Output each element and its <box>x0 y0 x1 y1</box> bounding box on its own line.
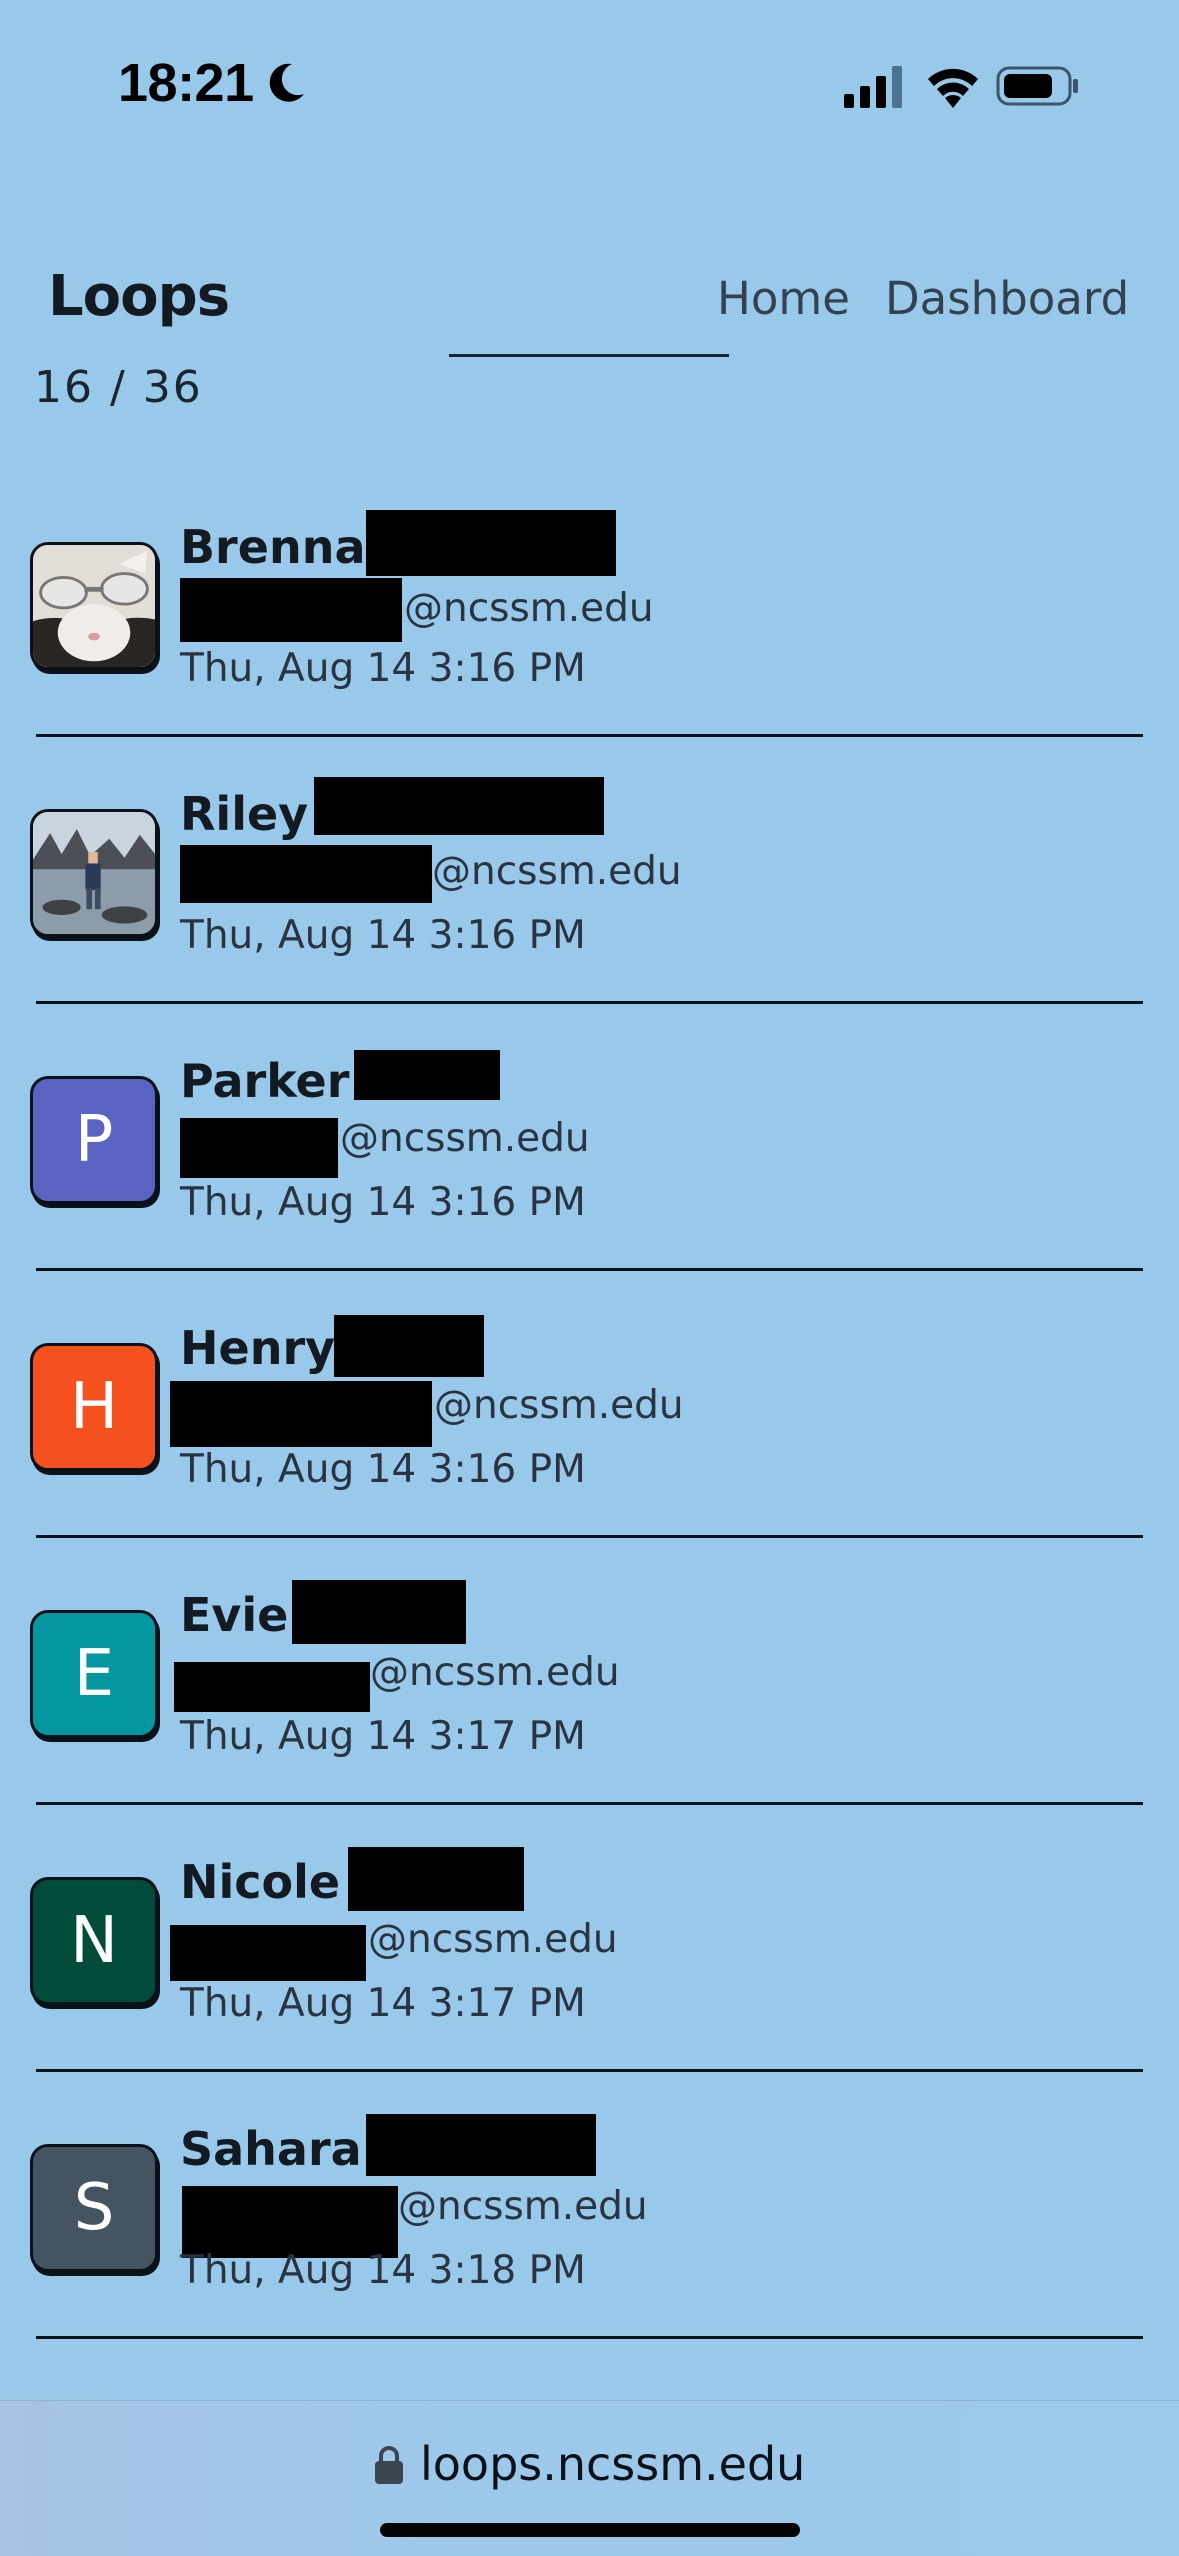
avatar: H <box>30 1343 158 1471</box>
person-timestamp: Thu, Aug 14 3:16 PM <box>180 913 586 958</box>
redaction-bar <box>180 1118 338 1178</box>
person-email-domain: @ncssm.edu <box>340 1116 590 1161</box>
person-email-domain: @ncssm.edu <box>404 586 654 631</box>
browser-url-bar[interactable]: loops.ncssm.edu <box>0 2400 1179 2556</box>
tidepool-photo-icon <box>33 812 155 934</box>
home-indicator[interactable] <box>380 2523 800 2537</box>
divider <box>36 2336 1143 2339</box>
redaction-bar <box>348 1847 524 1911</box>
nav-home-link[interactable]: Home <box>717 272 850 325</box>
person-timestamp: Thu, Aug 14 3:17 PM <box>180 1981 586 2026</box>
avatar-initial: N <box>70 1904 118 1978</box>
list-item[interactable]: H Henry @ncssm.edu Thu, Aug 14 3:16 PM <box>0 1271 1179 1538</box>
person-email-domain: @ncssm.edu <box>368 1917 618 1962</box>
moon-icon <box>269 63 304 102</box>
list-item[interactable]: N Nicole @ncssm.edu Thu, Aug 14 3:17 PM <box>0 1805 1179 2072</box>
avatar: E <box>30 1610 158 1738</box>
redaction-bar <box>170 1381 432 1447</box>
redaction-bar <box>174 1662 370 1712</box>
cellular-signal-icon <box>844 66 902 108</box>
redaction-bar <box>354 1050 500 1100</box>
app-logo[interactable]: Loops <box>48 264 230 329</box>
person-timestamp: Thu, Aug 14 3:16 PM <box>180 1180 586 1225</box>
battery-icon <box>996 66 1078 106</box>
person-timestamp: Thu, Aug 14 3:18 PM <box>180 2248 586 2293</box>
person-timestamp: Thu, Aug 14 3:17 PM <box>180 1714 586 1759</box>
redaction-bar <box>314 777 604 835</box>
avatar: S <box>30 2144 158 2272</box>
person-name: Henry <box>180 1321 336 1375</box>
avatar-initial: E <box>73 1637 115 1711</box>
redaction-bar <box>366 510 616 576</box>
lock-icon <box>375 2446 403 2484</box>
nav-active-indicator <box>449 354 729 357</box>
person-name: Sahara <box>180 2122 362 2176</box>
avatar: P <box>30 1076 158 1204</box>
url-text[interactable]: loops.ncssm.edu <box>420 2437 805 2491</box>
avatar: N <box>30 1877 158 2005</box>
list-item[interactable]: P Parker @ncssm.edu Thu, Aug 14 3:16 PM <box>0 1004 1179 1271</box>
person-name: Evie <box>180 1588 289 1642</box>
person-timestamp: Thu, Aug 14 3:16 PM <box>180 646 586 691</box>
person-email-domain: @ncssm.edu <box>434 1383 684 1428</box>
status-bar: 18:21 <box>0 0 1179 180</box>
avatar-initial: S <box>73 2171 115 2245</box>
redaction-bar <box>334 1315 484 1377</box>
wifi-icon <box>928 68 978 108</box>
people-list: Brenna @ncssm.edu Thu, Aug 14 3:16 PM Ri… <box>0 470 1179 2339</box>
list-item[interactable]: Brenna @ncssm.edu Thu, Aug 14 3:16 PM <box>0 470 1179 737</box>
person-name: Nicole <box>180 1855 341 1909</box>
avatar-initial: H <box>69 1370 119 1444</box>
redaction-bar <box>180 845 432 903</box>
person-email-domain: @ncssm.edu <box>432 849 682 894</box>
nav-dashboard-link[interactable]: Dashboard <box>885 272 1129 325</box>
redaction-bar <box>292 1580 466 1644</box>
person-name: Parker <box>180 1054 350 1108</box>
page-counter: 16 / 36 <box>34 362 203 413</box>
person-name: Riley <box>180 787 309 841</box>
list-item[interactable]: E Evie @ncssm.edu Thu, Aug 14 3:17 PM <box>0 1538 1179 1805</box>
person-email-domain: @ncssm.edu <box>370 1650 620 1695</box>
cat-photo-icon <box>33 545 155 667</box>
person-timestamp: Thu, Aug 14 3:16 PM <box>180 1447 586 1492</box>
avatar-initial: P <box>74 1103 114 1177</box>
list-item[interactable]: S Sahara @ncssm.edu Thu, Aug 14 3:18 PM <box>0 2072 1179 2339</box>
status-time: 18:21 <box>118 53 254 113</box>
avatar <box>30 809 158 937</box>
avatar <box>30 542 158 670</box>
person-email-domain: @ncssm.edu <box>398 2184 648 2229</box>
redaction-bar <box>366 2114 596 2176</box>
person-name: Brenna <box>180 520 366 574</box>
redaction-bar <box>170 1925 366 1981</box>
list-item[interactable]: Riley @ncssm.edu Thu, Aug 14 3:16 PM <box>0 737 1179 1004</box>
redaction-bar <box>180 578 402 642</box>
